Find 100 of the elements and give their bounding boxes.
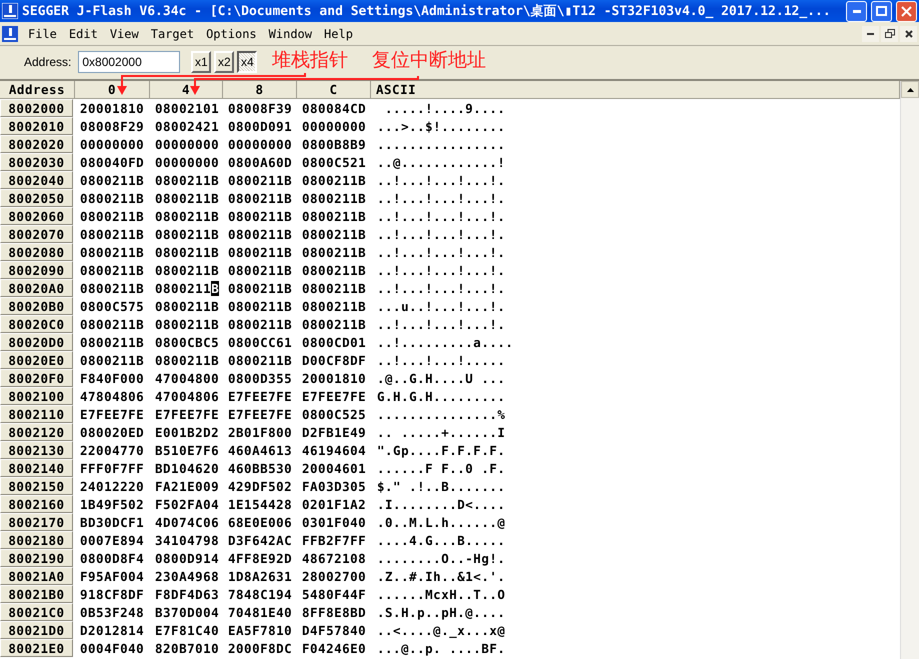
table-cell-text: BD30DCF1	[79, 514, 146, 531]
app-icon	[2, 3, 18, 19]
table-cell-text: 0800211B	[154, 280, 220, 297]
table-cell-text: 0800CBC5	[154, 334, 220, 351]
row-header[interactable]: 80021B0	[0, 585, 73, 603]
row-header[interactable]: 80021D0	[0, 621, 73, 639]
column-header[interactable]: C	[297, 81, 371, 99]
row-header[interactable]: 8002130	[0, 441, 73, 459]
maximize-button[interactable]	[871, 0, 892, 22]
table-cell-text: E7FEE7FE	[301, 388, 368, 405]
table-cell-text: 0800211B	[79, 190, 146, 207]
row-header[interactable]: 8002010	[0, 117, 73, 135]
table-cell-text: 1B49F502	[79, 496, 146, 513]
row-header[interactable]: 80020C0	[0, 315, 73, 333]
table-cell-text: 34104798	[154, 532, 220, 549]
menu-item[interactable]: Help	[318, 26, 359, 40]
ascii-cell-text: $." .!..B.......	[376, 478, 506, 495]
minimize-button[interactable]	[846, 0, 867, 22]
table-cell-text: 0800211B	[301, 280, 368, 297]
column-header[interactable]: 0	[75, 81, 150, 99]
scrollbar[interactable]	[900, 81, 919, 659]
ascii-cell-text: ...>..$!........	[376, 118, 506, 135]
restore-button[interactable]	[881, 26, 898, 42]
table-cell-text: 0800C575	[79, 298, 146, 315]
zoom-button[interactable]: x4	[237, 51, 258, 73]
table-cell-text: 0800211B	[79, 262, 146, 279]
table-cell-text: 08008F39	[227, 100, 294, 117]
ascii-cell-text: ..!...!...!...!.	[376, 208, 506, 225]
row-header[interactable]: 80020E0	[0, 351, 73, 369]
column-header[interactable]: 4	[150, 81, 223, 99]
row-header[interactable]: 8002120	[0, 423, 73, 441]
table-cell-text: 0800211B	[227, 352, 294, 369]
table-cell-text: 5480F44F	[301, 586, 368, 603]
scroll-up-button[interactable]	[901, 81, 919, 98]
row-header[interactable]: 8002060	[0, 207, 73, 225]
table-cell-text: 0800211B	[301, 172, 368, 189]
column-header[interactable]: ASCII	[371, 81, 900, 99]
table-cell-text: 00000000	[227, 136, 294, 153]
ascii-cell-text: .0..M.L.h......@	[376, 514, 506, 531]
menu-item[interactable]: Target	[144, 26, 200, 40]
table-cell-text: 0800211B	[154, 298, 220, 315]
table-cell-text: EA5F7810	[227, 622, 294, 639]
table-cell-text: FA21E009	[154, 478, 220, 495]
row-header[interactable]: 80021E0	[0, 639, 73, 657]
row-header[interactable]: 8002080	[0, 243, 73, 261]
table-cell-text: F04246E0	[301, 640, 368, 657]
row-header[interactable]: 8002180	[0, 531, 73, 549]
table-cell-text: 0800211B	[227, 280, 294, 297]
row-header[interactable]: 8002170	[0, 513, 73, 531]
row-header[interactable]: 80020F0	[0, 369, 73, 387]
table-cell-text: 1D8A2631	[227, 568, 294, 585]
row-header[interactable]: 8002020	[0, 135, 73, 153]
ascii-cell-text: ..!...!...!...!.	[376, 280, 506, 297]
menu-item[interactable]: Edit	[62, 26, 104, 40]
row-header[interactable]: 8002040	[0, 171, 73, 189]
table-cell-text: 460A4613	[227, 442, 294, 459]
row-header[interactable]: 80020A0	[0, 279, 73, 297]
row-header[interactable]: 80021A0	[0, 567, 73, 585]
table-cell-text: 0800211B	[301, 298, 368, 315]
row-header[interactable]: 8002190	[0, 549, 73, 567]
menu-item[interactable]: File	[22, 26, 63, 40]
table-cell-text: E7FEE7FE	[79, 406, 146, 423]
ascii-cell-text: ..!.........a....	[376, 334, 514, 351]
menu-item[interactable]: View	[104, 26, 145, 40]
table-cell-text: 22004770	[79, 442, 146, 459]
row-header[interactable]: 8002150	[0, 477, 73, 495]
close-button[interactable]	[896, 0, 917, 22]
address-field[interactable]: 0x8002000	[78, 51, 180, 73]
column-header[interactable]: 8	[223, 81, 297, 99]
table-cell-text: 20004601	[301, 460, 368, 477]
row-header[interactable]: 8002050	[0, 189, 73, 207]
row-header[interactable]: 8002070	[0, 225, 73, 243]
row-header[interactable]: 8002030	[0, 153, 73, 171]
column-header[interactable]: Address	[0, 81, 75, 99]
ascii-cell-text: ".Gp....F.F.F.F.	[376, 442, 506, 459]
table-cell-text: 24012220	[79, 478, 146, 495]
table-cell-text: 080040FD	[79, 154, 146, 171]
row-header[interactable]: 80020D0	[0, 333, 73, 351]
row-header[interactable]: 80020B0	[0, 297, 73, 315]
close-button[interactable]	[900, 26, 917, 42]
minimize-button[interactable]	[862, 26, 879, 42]
zoom-button[interactable]: x1	[191, 51, 212, 73]
table-cell-text: FFF0F7FF	[79, 460, 146, 477]
table-cell-text: 47804806	[79, 388, 146, 405]
row-header[interactable]: 8002000	[0, 99, 73, 117]
ascii-cell-text: .Z..#.Ih..&1<.'.	[376, 568, 506, 585]
menu-item[interactable]: Options	[200, 26, 263, 40]
menu-item[interactable]: Window	[262, 26, 318, 40]
row-header[interactable]: 8002110	[0, 405, 73, 423]
minimize-icon	[852, 10, 860, 12]
row-header[interactable]: 8002140	[0, 459, 73, 477]
row-header[interactable]: 8002090	[0, 261, 73, 279]
row-header[interactable]: 80021C0	[0, 603, 73, 621]
row-header[interactable]: 8002100	[0, 387, 73, 405]
row-header[interactable]: 8002160	[0, 495, 73, 513]
zoom-button[interactable]: x2	[214, 51, 234, 73]
table-cell-text: 0800211B	[227, 190, 294, 207]
table-cell-text: D00CF8DF	[301, 352, 368, 369]
ascii-cell-text: ...............%	[376, 406, 506, 423]
table-cell-text: 0800211B	[301, 226, 368, 243]
